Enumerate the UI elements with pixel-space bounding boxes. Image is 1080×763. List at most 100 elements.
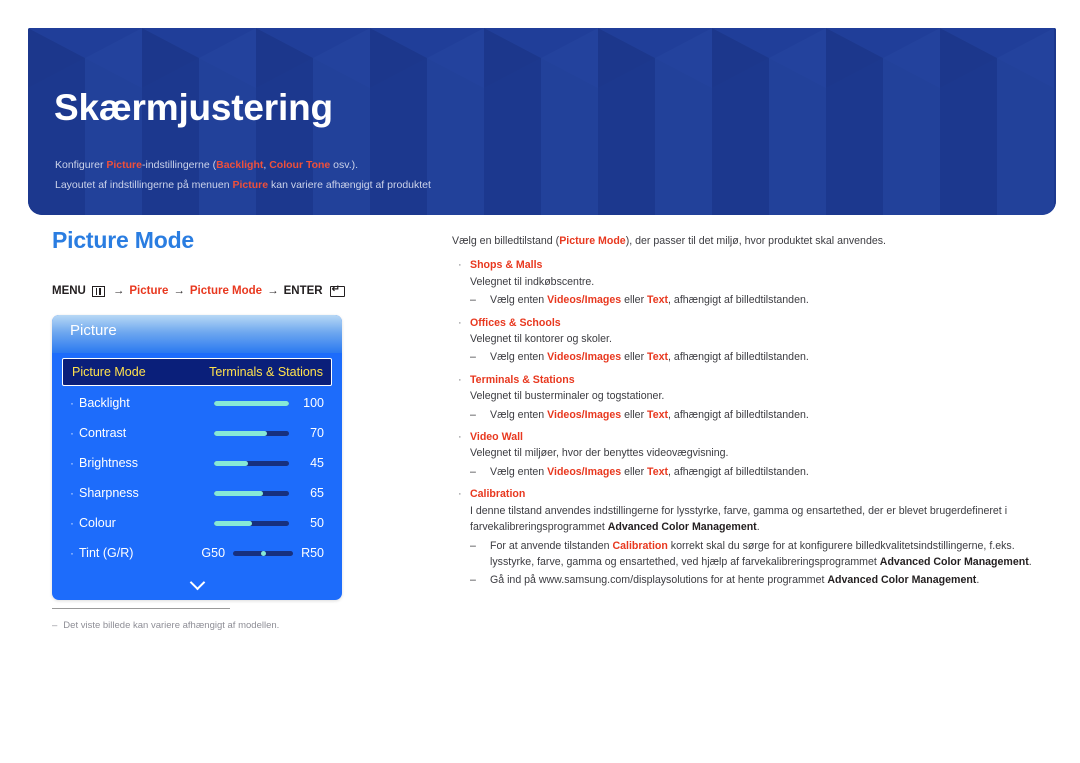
slider-fill xyxy=(214,520,252,526)
osd-tint-group[interactable]: G50 R50 xyxy=(201,546,324,560)
footnote-dash-icon: ‒ xyxy=(52,620,58,631)
osd-picture-menu[interactable]: Picture Picture Mode Terminals & Station… xyxy=(52,315,342,601)
page-root: Skærmjustering Konfigurer Picture-indsti… xyxy=(0,0,1080,763)
osd-slider-group[interactable]: 50 xyxy=(214,516,324,530)
sub-part2: eller xyxy=(621,465,648,478)
osd-slider-group[interactable]: 70 xyxy=(214,426,324,440)
banner-sub1-part1: Konfigurer xyxy=(55,159,107,171)
sub-part2: eller xyxy=(621,408,648,421)
osd-row-value: Terminals & Stations xyxy=(209,365,323,380)
path-arrow-1: → xyxy=(112,285,125,298)
sub-part3: , afhængigt af billedtilstanden. xyxy=(668,351,809,364)
osd-row-label: Tint (G/R) xyxy=(79,546,134,561)
menu-grid-icon xyxy=(91,286,105,298)
path-arrow-2: → xyxy=(173,285,185,298)
sub-bold-videos-images: Videos/Images xyxy=(547,351,622,364)
tint-right-label: R50 xyxy=(301,546,324,561)
osd-row-list: Picture Mode Terminals & Stations · Back… xyxy=(52,353,342,568)
sub-part1: Vælg enten xyxy=(490,465,548,478)
sub-bold-text: Text xyxy=(647,465,669,478)
bullet-dot-icon: · xyxy=(70,516,74,531)
sub-list-text: Vælg enten Videos/Images eller Text, afh… xyxy=(490,464,1032,480)
sub-part1: Vælg enten xyxy=(490,294,548,307)
slider-track[interactable] xyxy=(214,490,289,496)
calib-sub1-part3: . xyxy=(976,574,980,587)
osd-row-label: Backlight xyxy=(79,396,130,411)
enter-key-icon xyxy=(329,284,345,298)
list-item-shops-malls: · Shops & Malls Velegnet til indkøbscent… xyxy=(452,257,1032,308)
tint-track[interactable] xyxy=(233,550,294,556)
dash-icon: ‒ xyxy=(470,351,476,364)
calib-sub0-part1: For at anvende tilstanden xyxy=(490,539,613,552)
slider-value: 45 xyxy=(310,456,324,471)
dash-icon: ‒ xyxy=(470,465,476,478)
calib-sub0-bold-acm: Advanced Color Management xyxy=(879,555,1029,568)
sub-list-item: ‒ Vælg enten Videos/Images eller Text, a… xyxy=(470,464,1032,480)
list-item-description: Velegnet til busterminaler og togstation… xyxy=(470,390,665,403)
sub-part3: , afhængigt af billedtilstanden. xyxy=(668,465,809,478)
osd-scroll-down-area[interactable] xyxy=(52,568,342,594)
list-item-title: Calibration xyxy=(470,488,526,501)
sub-part3: , afhængigt af billedtilstanden. xyxy=(668,294,809,307)
sub-list-item: ‒ Vælg enten Videos/Images eller Text, a… xyxy=(470,292,1032,308)
osd-row-contrast[interactable]: · Contrast 70 xyxy=(62,418,332,448)
slider-track[interactable] xyxy=(214,460,289,466)
sub-list-item: ‒ Vælg enten Videos/Images eller Text, a… xyxy=(470,349,1032,365)
footnote-item: ‒ Det viste billede kan variere afhængig… xyxy=(52,619,382,632)
slider-track[interactable] xyxy=(214,400,289,406)
slider-track[interactable] xyxy=(214,430,289,436)
chevron-down-icon[interactable] xyxy=(190,577,205,586)
osd-row-backlight[interactable]: · Backlight 100 xyxy=(62,388,332,418)
slider-value: 65 xyxy=(310,486,324,501)
sub-part2: eller xyxy=(621,351,648,364)
list-item-title: Terminals & Stations xyxy=(470,373,575,386)
bullet-dot-icon: · xyxy=(70,426,74,441)
osd-slider-group[interactable]: 65 xyxy=(214,486,324,500)
list-item-video-wall: · Video Wall Velegnet til miljøer, hvor … xyxy=(452,429,1032,480)
osd-row-picture-mode[interactable]: Picture Mode Terminals & Stations xyxy=(62,358,332,387)
sub-bold-videos-images: Videos/Images xyxy=(547,294,622,307)
osd-row-label: Contrast xyxy=(79,426,127,441)
slider-fill xyxy=(214,460,248,466)
bullet-icon: · xyxy=(458,488,462,501)
osd-row-label: Colour xyxy=(79,516,116,531)
osd-slider-group[interactable]: 100 xyxy=(214,396,324,410)
footnote-block: ‒ Det viste billede kan variere afhængig… xyxy=(52,608,382,632)
list-item-title: Offices & Schools xyxy=(470,316,561,329)
section-title: Picture Mode xyxy=(52,227,195,253)
bullet-icon: · xyxy=(458,316,462,329)
bullet-icon: · xyxy=(458,373,462,386)
list-item-description: Velegnet til miljøer, hvor der benyttes … xyxy=(470,447,729,460)
tint-knob[interactable] xyxy=(260,550,266,556)
path-step-picture: Picture xyxy=(129,285,169,298)
slider-value: 70 xyxy=(310,426,324,441)
calib-sub1-bold-acm: Advanced Color Management xyxy=(827,574,977,587)
osd-row-brightness[interactable]: · Brightness 45 xyxy=(62,448,332,478)
list-item-calibration: · Calibration I denne tilstand anvendes … xyxy=(452,486,1032,588)
slider-fill xyxy=(214,400,289,406)
left-column: Picture Mode MENU → Picture → Picture Mo… xyxy=(52,227,412,601)
osd-row-colour[interactable]: · Colour 50 xyxy=(62,508,332,538)
right-column: Vælg en billedtilstand (Picture Mode), d… xyxy=(452,233,1032,589)
sub-bold-videos-images: Videos/Images xyxy=(547,408,622,421)
tint-left-label: G50 xyxy=(201,546,226,561)
sub-bold-text: Text xyxy=(647,408,669,421)
list-item-terminals-stations: · Terminals & Stations Velegnet til bust… xyxy=(452,372,1032,423)
osd-row-sharpness[interactable]: · Sharpness 65 xyxy=(62,478,332,508)
slider-value: 100 xyxy=(303,396,324,411)
osd-header-title: Picture xyxy=(70,322,117,340)
list-item-title: Video Wall xyxy=(470,431,523,444)
enter-label: ENTER xyxy=(283,285,323,298)
osd-slider-group[interactable]: 45 xyxy=(214,456,324,470)
intro-paragraph: Vælg en billedtilstand (Picture Mode), d… xyxy=(452,233,1032,249)
bullet-dot-icon: · xyxy=(70,396,74,411)
dash-icon: ‒ xyxy=(470,408,476,421)
osd-row-tint[interactable]: · Tint (G/R) G50 R50 xyxy=(62,538,332,568)
menu-label: MENU xyxy=(52,285,86,298)
footnote-text: Det viste billede kan variere afhængigt … xyxy=(63,620,280,631)
sub-part3: , afhængigt af billedtilstanden. xyxy=(668,408,809,421)
banner-subtitle-line-1: Konfigurer Picture-indstillingerne (Back… xyxy=(55,158,358,173)
slider-track[interactable] xyxy=(214,520,289,526)
sub-part2: eller xyxy=(621,294,648,307)
calibration-desc-part2: . xyxy=(756,521,760,534)
